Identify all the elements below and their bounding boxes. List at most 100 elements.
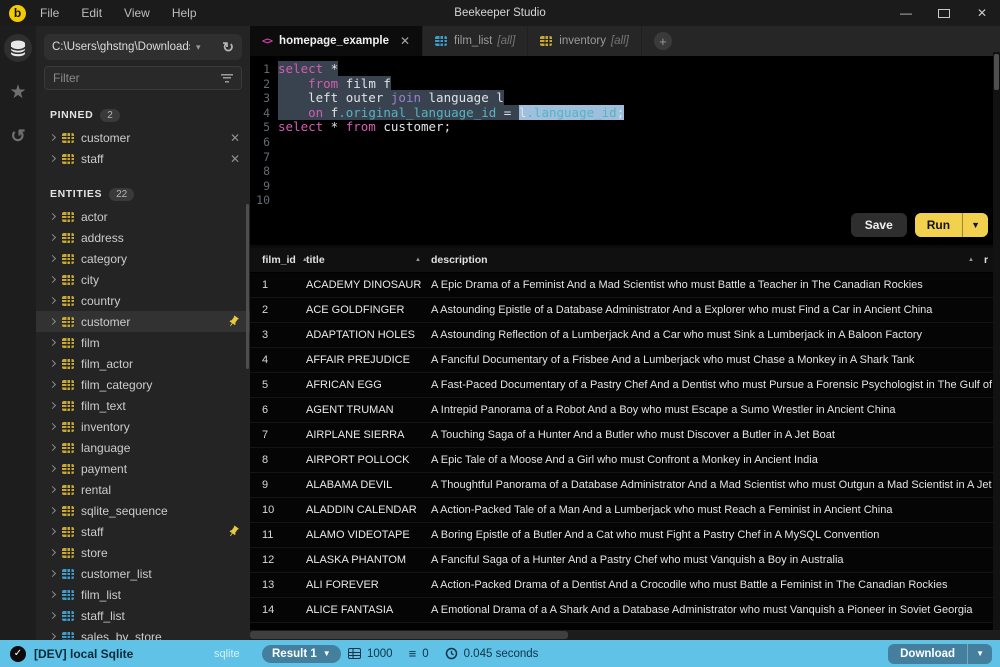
- sidebar-item-film_actor[interactable]: film_actor: [36, 353, 250, 374]
- table-row[interactable]: 4AFFAIR PREJUDICEA Fanciful Documentary …: [250, 348, 1000, 373]
- chevron-right-icon[interactable]: [49, 155, 56, 162]
- maximize-icon[interactable]: [938, 9, 950, 18]
- new-tab-button[interactable]: +: [654, 32, 672, 50]
- download-dropdown-icon[interactable]: ▼: [967, 644, 992, 664]
- chevron-right-icon[interactable]: [49, 402, 56, 409]
- tab-homepage-example[interactable]: <> homepage_example ✕: [250, 26, 423, 56]
- minimize-icon[interactable]: —: [900, 6, 912, 20]
- chevron-right-icon[interactable]: [49, 381, 56, 388]
- chevron-right-icon[interactable]: [49, 507, 56, 514]
- editor-line[interactable]: 3 left outer join language l: [250, 91, 1000, 106]
- table-row[interactable]: 6AGENT TRUMANA Intrepid Panorama of a Ro…: [250, 398, 1000, 423]
- vertical-scrollbar[interactable]: [993, 52, 1000, 630]
- chevron-right-icon[interactable]: [49, 234, 56, 241]
- sidebar-item-inventory[interactable]: inventory: [36, 416, 250, 437]
- connection-dropdown[interactable]: C:\Users\ghstng\Downloads ▾ ↻: [44, 34, 242, 60]
- save-button[interactable]: Save: [851, 213, 907, 237]
- chevron-right-icon[interactable]: [49, 297, 56, 304]
- editor-line[interactable]: 9: [250, 179, 1000, 194]
- chevron-right-icon[interactable]: [49, 549, 56, 556]
- editor-line[interactable]: 4 on f.original_language_id = l.language…: [250, 106, 1000, 121]
- sidebar-item-film_category[interactable]: film_category: [36, 374, 250, 395]
- history-icon[interactable]: ↺: [4, 122, 32, 150]
- menu-file[interactable]: File: [40, 6, 59, 20]
- editor-line[interactable]: 8: [250, 164, 1000, 179]
- editor-line[interactable]: 1select *: [250, 62, 1000, 77]
- chevron-right-icon[interactable]: [49, 570, 56, 577]
- sql-editor[interactable]: 1select *2 from film f3 left outer join …: [250, 56, 1000, 248]
- sidebar-item-language[interactable]: language: [36, 437, 250, 458]
- sidebar-item-city[interactable]: city: [36, 269, 250, 290]
- run-dropdown-icon[interactable]: ▼: [962, 213, 988, 237]
- column-header-title[interactable]: title ▲: [306, 254, 431, 266]
- sidebar-item-film_list[interactable]: film_list: [36, 584, 250, 605]
- chevron-right-icon[interactable]: [49, 465, 56, 472]
- chevron-right-icon[interactable]: [49, 339, 56, 346]
- table-row[interactable]: 13ALI FOREVERA Action-Packed Drama of a …: [250, 573, 1000, 598]
- table-row[interactable]: 8AIRPORT POLLOCKA Epic Tale of a Moose A…: [250, 448, 1000, 473]
- table-row[interactable]: 11ALAMO VIDEOTAPEA Boring Epistle of a B…: [250, 523, 1000, 548]
- chevron-right-icon[interactable]: [49, 213, 56, 220]
- chevron-right-icon[interactable]: [49, 486, 56, 493]
- scrollbar-thumb[interactable]: [250, 631, 568, 639]
- column-header-description[interactable]: description ▲: [431, 254, 984, 266]
- sidebar-item-customer_list[interactable]: customer_list: [36, 563, 250, 584]
- sidebar-item-actor[interactable]: actor: [36, 206, 250, 227]
- sidebar-item-staff[interactable]: staff✕: [36, 148, 250, 169]
- menu-view[interactable]: View: [124, 6, 150, 20]
- chevron-right-icon[interactable]: [49, 423, 56, 430]
- table-row[interactable]: 2ACE GOLDFINGERA Astounding Epistle of a…: [250, 298, 1000, 323]
- table-row[interactable]: 10ALADDIN CALENDARA Action-Packed Tale o…: [250, 498, 1000, 523]
- chevron-right-icon[interactable]: [49, 134, 56, 141]
- editor-line[interactable]: 7: [250, 150, 1000, 165]
- menu-edit[interactable]: Edit: [81, 6, 102, 20]
- table-row[interactable]: 1ACADEMY DINOSAURA Epic Drama of a Femin…: [250, 273, 1000, 298]
- chevron-right-icon[interactable]: [49, 255, 56, 262]
- table-row[interactable]: 12ALASKA PHANTOMA Fanciful Saga of a Hun…: [250, 548, 1000, 573]
- table-row[interactable]: 5AFRICAN EGGA Fast-Paced Documentary of …: [250, 373, 1000, 398]
- refresh-icon[interactable]: ↻: [222, 39, 234, 56]
- sidebar-item-country[interactable]: country: [36, 290, 250, 311]
- chevron-right-icon[interactable]: [49, 360, 56, 367]
- sidebar-item-rental[interactable]: rental: [36, 479, 250, 500]
- editor-line[interactable]: 10: [250, 193, 1000, 208]
- result-selector[interactable]: Result 1 ▼: [262, 645, 341, 663]
- tab-close-icon[interactable]: ✕: [400, 34, 410, 48]
- filter-input[interactable]: Filter: [44, 66, 242, 90]
- sidebar-item-customer[interactable]: customer: [36, 311, 250, 332]
- column-header-film-id[interactable]: film_id ▲: [250, 254, 306, 266]
- table-row[interactable]: 7AIRPLANE SIERRAA Touching Saga of a Hun…: [250, 423, 1000, 448]
- database-icon[interactable]: [4, 34, 32, 62]
- editor-line[interactable]: 2 from film f: [250, 77, 1000, 92]
- scrollbar-thumb[interactable]: [994, 54, 999, 90]
- sidebar-item-customer[interactable]: customer✕: [36, 127, 250, 148]
- table-row[interactable]: 14ALICE FANTASIAA Emotional Drama of a A…: [250, 598, 1000, 623]
- tab-inventory[interactable]: inventory [all]: [528, 26, 642, 56]
- sidebar-item-staff[interactable]: staff: [36, 521, 250, 542]
- sidebar-scrollbar[interactable]: [246, 204, 249, 369]
- sidebar-item-staff_list[interactable]: staff_list: [36, 605, 250, 626]
- table-row[interactable]: 15ALIEN CENTERA Brilliant Drama of a Cat…: [250, 623, 1000, 630]
- horizontal-scrollbar[interactable]: [250, 630, 1000, 640]
- run-button[interactable]: Run ▼: [915, 213, 988, 237]
- chevron-right-icon[interactable]: [49, 612, 56, 619]
- sidebar-item-sales_by_store[interactable]: sales_by_store: [36, 626, 250, 640]
- editor-line[interactable]: 5select * from customer;: [250, 120, 1000, 135]
- sidebar-item-address[interactable]: address: [36, 227, 250, 248]
- sidebar-item-film[interactable]: film: [36, 332, 250, 353]
- editor-line[interactable]: 6: [250, 135, 1000, 150]
- sidebar-item-store[interactable]: store: [36, 542, 250, 563]
- sidebar-item-sqlite_sequence[interactable]: sqlite_sequence: [36, 500, 250, 521]
- sidebar-item-film_text[interactable]: film_text: [36, 395, 250, 416]
- chevron-right-icon[interactable]: [49, 633, 56, 640]
- unpin-icon[interactable]: ✕: [230, 152, 240, 166]
- download-button[interactable]: Download ▼: [888, 644, 992, 664]
- favorites-icon[interactable]: ★: [4, 78, 32, 106]
- sidebar-item-category[interactable]: category: [36, 248, 250, 269]
- chevron-right-icon[interactable]: [49, 528, 56, 535]
- tab-film-list[interactable]: film_list [all]: [423, 26, 528, 56]
- sidebar-item-payment[interactable]: payment: [36, 458, 250, 479]
- menu-help[interactable]: Help: [172, 6, 197, 20]
- chevron-right-icon[interactable]: [49, 276, 56, 283]
- close-icon[interactable]: ✕: [976, 6, 988, 20]
